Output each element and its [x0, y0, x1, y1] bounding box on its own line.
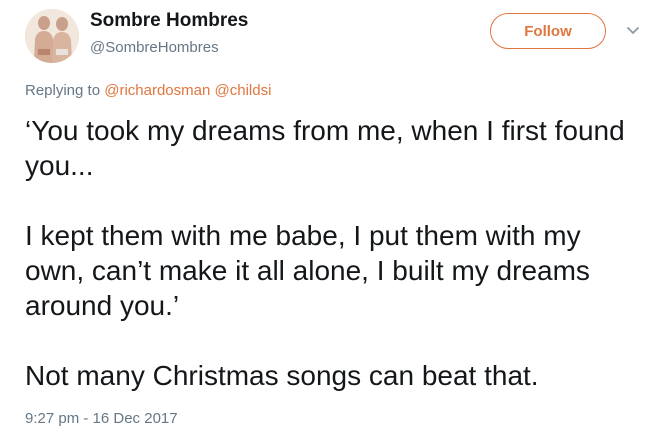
tweet-text: ‘You took my dreams from me, when I firs… — [25, 113, 645, 393]
follow-button[interactable]: Follow — [490, 13, 606, 49]
tweet-paragraph: ‘You took my dreams from me, when I firs… — [25, 115, 625, 181]
replying-prefix: Replying to — [25, 82, 101, 99]
tweet-card: Sombre Hombres @SombreHombres Follow Rep… — [0, 0, 650, 434]
avatar-photo-icon — [25, 9, 79, 63]
user-handle[interactable]: @SombreHombres — [90, 39, 219, 56]
chevron-down-icon — [627, 27, 639, 34]
mention-link[interactable]: @childsi — [215, 82, 272, 99]
more-options-button[interactable] — [625, 25, 641, 37]
tweet-paragraph: I kept them with me babe, I put them wit… — [25, 220, 590, 321]
tweet-header: Sombre Hombres @SombreHombres Follow — [25, 9, 645, 63]
replying-to: Replying to @richardosman @childsi — [25, 82, 271, 99]
tweet-paragraph: Not many Christmas songs can beat that. — [25, 360, 539, 391]
mention-link[interactable]: @richardosman — [104, 82, 210, 99]
display-name[interactable]: Sombre Hombres — [90, 10, 248, 32]
tweet-timestamp[interactable]: 9:27 pm - 16 Dec 2017 — [25, 410, 178, 427]
avatar[interactable] — [25, 9, 79, 63]
